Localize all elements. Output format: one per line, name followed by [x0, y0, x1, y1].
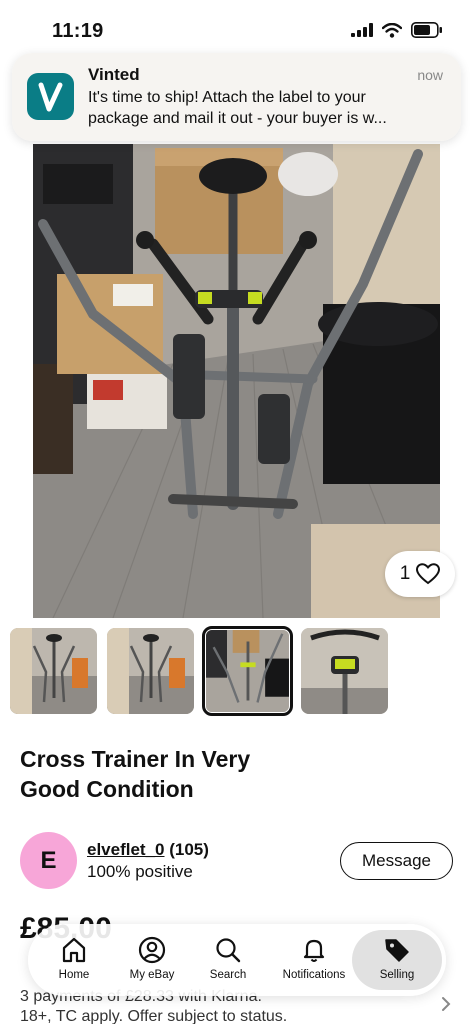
- seller-avatar[interactable]: E: [20, 832, 77, 889]
- thumbnail-4[interactable]: [301, 628, 388, 714]
- screen: 11:19 Vinted now It's time to ship! Atta…: [0, 0, 473, 1024]
- thumbnail-1[interactable]: [10, 628, 97, 714]
- tab-search[interactable]: Search: [188, 930, 268, 990]
- vinted-app-icon: [27, 73, 74, 120]
- home-icon: [62, 937, 86, 963]
- tab-selling[interactable]: Selling: [352, 930, 442, 990]
- tab-notifications[interactable]: Notifications: [274, 930, 354, 990]
- notification-line-1: It's time to ship! Attach the label to y…: [88, 89, 366, 106]
- seller-score: (105): [169, 840, 209, 859]
- notification-line-2: package and mail it out - your buyer is …: [88, 110, 387, 127]
- wifi-icon: [382, 22, 402, 38]
- thumbnail-strip: [10, 626, 473, 716]
- item-photo-image: [33, 144, 440, 618]
- seller-name-row[interactable]: elveflet_0 (105): [87, 840, 209, 860]
- tab-home-label: Home: [58, 969, 90, 981]
- seller-name[interactable]: elveflet_0: [87, 840, 165, 859]
- search-icon: [216, 938, 241, 963]
- chevron-right-icon[interactable]: [441, 996, 451, 1012]
- signal-icon: [351, 23, 373, 37]
- listing-title-line-1: Cross Trainer In Very: [20, 746, 251, 772]
- thumbnail-3-selected[interactable]: [202, 626, 293, 716]
- watch-count: 1: [399, 563, 411, 584]
- bottom-tab-bar: Home My eBay Search Notifications Sellin…: [28, 924, 446, 996]
- heart-icon: [416, 563, 441, 585]
- listing-title-line-2: Good Condition: [20, 776, 194, 802]
- notification-body: It's time to ship! Attach the label to y…: [88, 87, 448, 131]
- battery-icon: [411, 22, 442, 38]
- tag-icon: [385, 939, 409, 962]
- tab-notifications-label: Notifications: [282, 969, 346, 981]
- tab-home[interactable]: Home: [34, 930, 114, 990]
- message-button[interactable]: Message: [340, 842, 453, 880]
- thumbnail-2[interactable]: [107, 628, 194, 714]
- tab-selling-label: Selling: [379, 969, 415, 981]
- status-bar: 11:19: [0, 0, 473, 50]
- notification-time: now: [417, 67, 443, 83]
- watch-button[interactable]: 1: [385, 551, 455, 597]
- status-time: 11:19: [52, 20, 104, 42]
- tab-my-ebay-label: My eBay: [129, 969, 175, 981]
- push-notification[interactable]: Vinted now It's time to ship! Attach the…: [12, 53, 461, 141]
- payment-info-line-2: 18+, TC apply. Offer subject to status.: [20, 1008, 288, 1024]
- tab-search-label: Search: [209, 969, 247, 981]
- tab-my-ebay[interactable]: My eBay: [112, 930, 192, 990]
- item-photo[interactable]: [33, 144, 440, 618]
- bell-icon: [303, 939, 325, 962]
- notification-app-name: Vinted: [88, 65, 140, 84]
- profile-icon: [138, 936, 166, 964]
- listing-title: Cross Trainer In Very Good Condition: [20, 744, 340, 804]
- seller-feedback: 100% positive: [87, 862, 193, 881]
- status-icons: [351, 22, 443, 38]
